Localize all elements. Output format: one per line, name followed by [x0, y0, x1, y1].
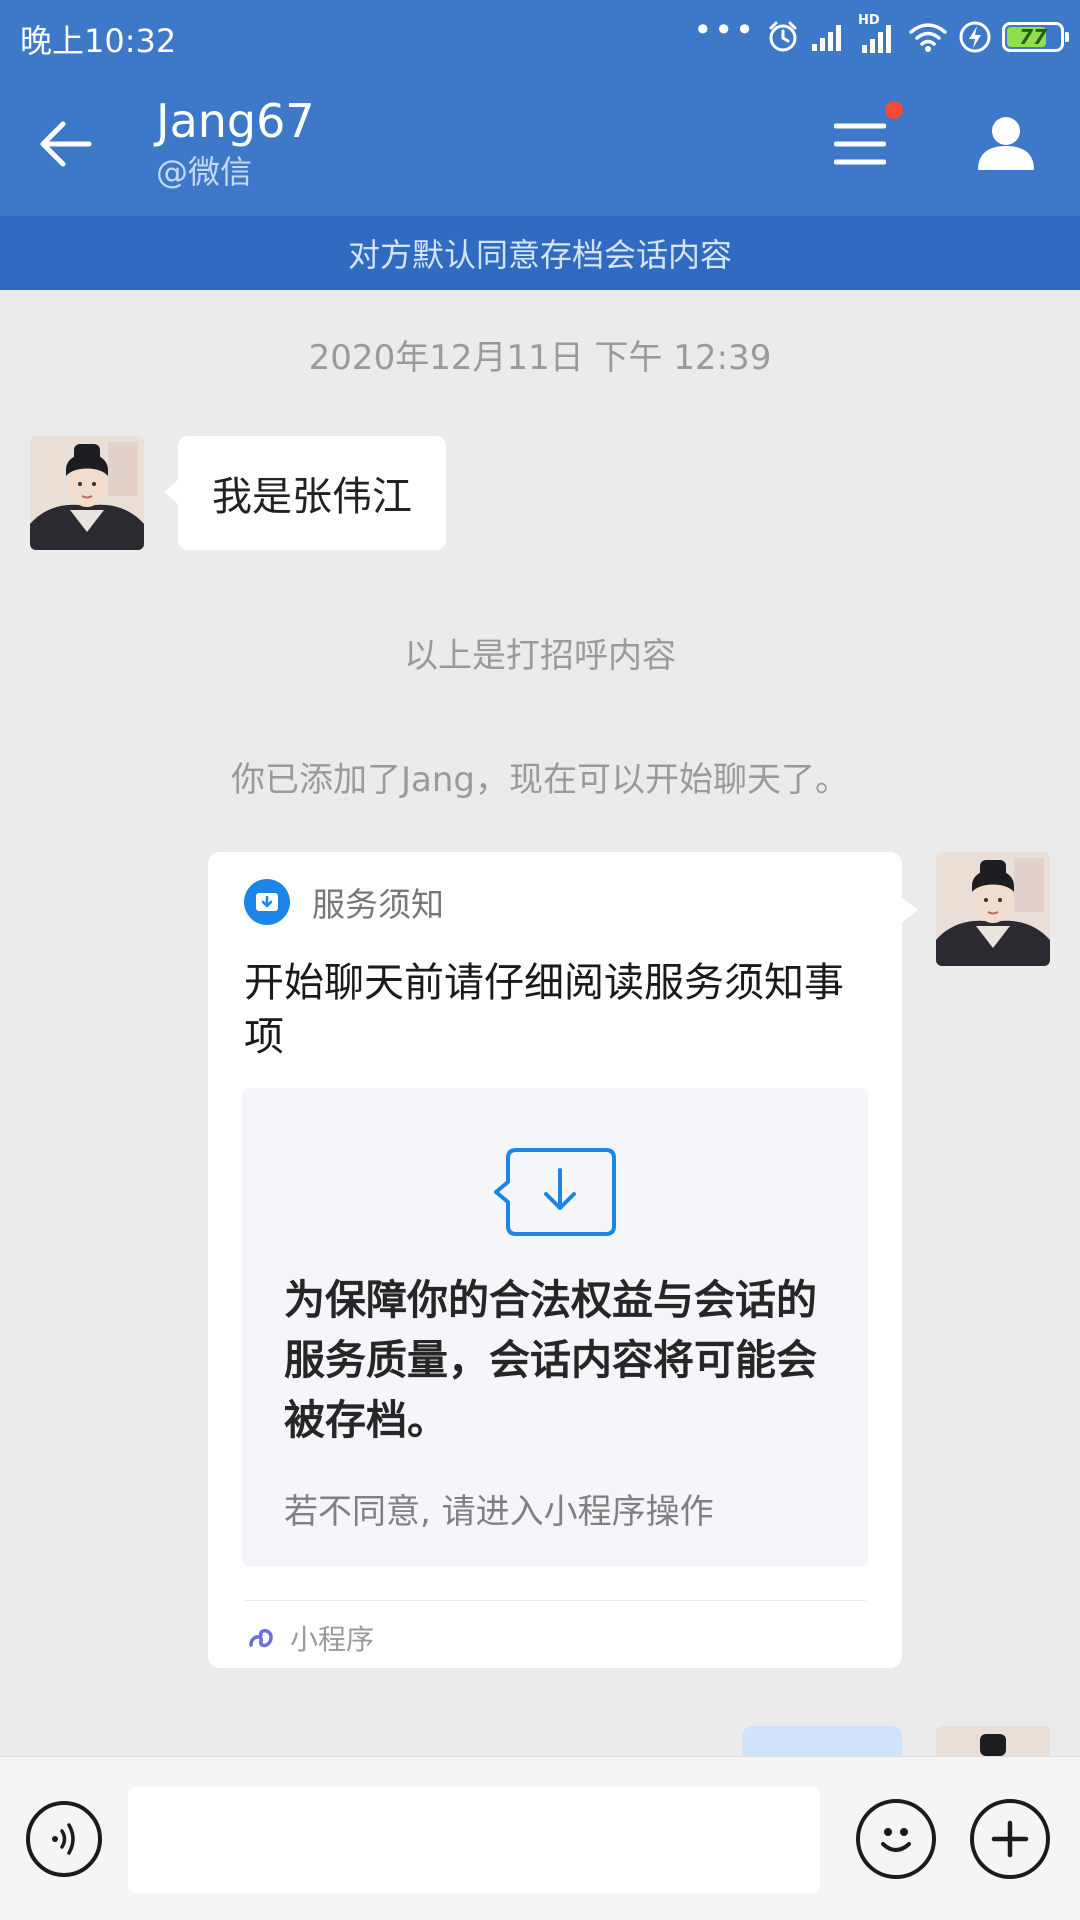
voice-icon: [52, 1823, 75, 1855]
voice-button[interactable]: [26, 1801, 102, 1877]
hd-cell-signal-icon: HD: [858, 13, 898, 55]
mini-program-icon: [249, 1629, 273, 1648]
download-badge-icon: [244, 879, 290, 925]
card-content-panel: 为保障你的合法权益与会话的服务质量，会话内容将可能会被存档。 若不同意, 请进入…: [242, 1088, 868, 1566]
wifi-icon: [909, 23, 947, 52]
greeting-message-bubble[interactable]: 我是张伟江: [164, 436, 446, 550]
title-block: Jang67 @微信: [156, 92, 315, 194]
emoji-button[interactable]: [856, 1799, 936, 1879]
alarm-icon: [769, 21, 797, 52]
card-header: 服务须知: [244, 878, 444, 926]
status-time: 晚上10:32: [20, 22, 177, 60]
battery-level: 77: [1019, 25, 1047, 49]
emoji-icon: [881, 1828, 911, 1852]
archive-notice-banner: 对方默认同意存档会话内容: [0, 216, 1080, 290]
status-bar: 晚上10:32 ••• HD 77: [0, 0, 1080, 76]
notification-dot: [885, 101, 903, 119]
charging-icon: [959, 21, 991, 53]
my-avatar-partial[interactable]: [936, 1726, 1050, 1756]
contact-source: @微信: [156, 153, 253, 191]
card-title: 开始聊天前请仔细阅读服务须知事项: [244, 960, 844, 1060]
message-timestamp: 2020年12月11日 下午 12:39: [308, 338, 772, 378]
status-icons: ••• HD 77: [693, 11, 1069, 60]
contact-avatar[interactable]: [30, 436, 144, 550]
message-input[interactable]: [128, 1787, 820, 1893]
greeting-message-text: 我是张伟江: [212, 474, 412, 520]
card-divider: [244, 1600, 866, 1601]
input-bar: [0, 1756, 1080, 1920]
contact-name: Jang67: [156, 94, 315, 148]
my-avatar[interactable]: [936, 852, 1050, 966]
card-footer: 小程序: [246, 1618, 374, 1658]
card-source-label: 服务须知: [312, 885, 444, 924]
plus-button[interactable]: [970, 1799, 1050, 1879]
service-notice-card[interactable]: 服务须知 开始聊天前请仔细阅读服务须知事项 为保障你的合法权益与会话的服务质量，…: [208, 852, 918, 1668]
battery-icon: 77: [1002, 22, 1069, 52]
chat-header: Jang67 @微信: [0, 76, 1080, 216]
back-arrow-icon: [40, 121, 92, 167]
added-contact-note: 你已添加了Jang，现在可以开始聊天了。: [231, 760, 849, 800]
download-message-icon: [494, 1148, 616, 1236]
greeting-note: 以上是打招呼内容: [404, 636, 676, 676]
plus-icon: [991, 1820, 1029, 1858]
menu-icon: [834, 123, 886, 165]
profile-icon: [978, 117, 1034, 170]
profile-button[interactable]: [966, 102, 1046, 182]
card-body-text: 为保障你的合法权益与会话的服务质量，会话内容将可能会被存档。: [284, 1276, 817, 1444]
card-sub-text: 若不同意, 请进入小程序操作: [284, 1492, 714, 1532]
mini-program-label: 小程序: [290, 1623, 375, 1656]
more-dots-icon: •••: [693, 11, 756, 49]
cell-signal-icon: [812, 25, 841, 51]
back-button[interactable]: [30, 104, 100, 184]
